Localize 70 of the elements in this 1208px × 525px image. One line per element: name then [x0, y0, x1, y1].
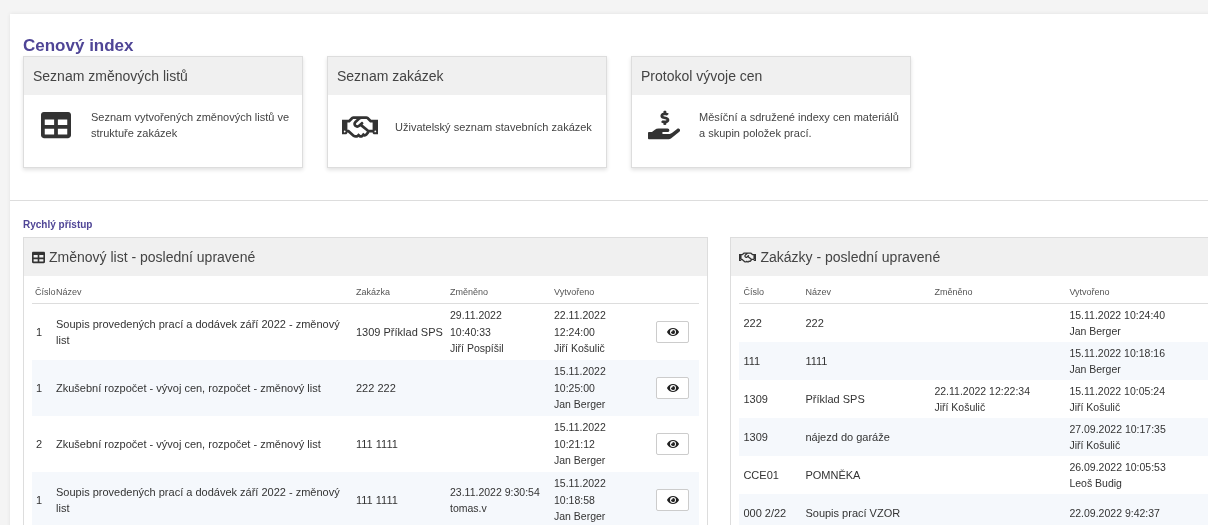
page-title: Cenový index [23, 36, 135, 56]
table-cell: 1309 [743, 393, 768, 405]
column-header: Vytvořeno [554, 286, 595, 297]
feature-card[interactable]: Seznam zakázek Uživatelský seznam stavebních zakázek [327, 56, 607, 168]
table-cell-text: 27.09.2022 10:17:35 Jiří Košulič [1069, 422, 1166, 453]
table-cell: 111 [743, 355, 761, 367]
column-header: Změněno [450, 286, 489, 297]
table-cell-text: 29.11.2022 10:40:33 Jiří Pospíšil [450, 308, 504, 357]
table-cell: CCE01 [743, 469, 779, 481]
table-cell-text: 15.11.2022 10:21:12 Jan Berger [554, 420, 606, 469]
feature-card[interactable]: Protokol vývoje cen Měsíční a sdružené indexy cen materiálů a skupin položek prací. [631, 56, 911, 168]
column-header: Zakázka [356, 286, 390, 297]
table-cell: Soupis provedených prací a dodávek září 2022 - změnový list [56, 317, 340, 346]
table-cell: nájezd do garáže [805, 431, 890, 443]
table-cell: 1309 [743, 431, 768, 443]
table-cell: 1 [36, 381, 43, 394]
table-cell-text: 22.11.2022 12:22:34 Jiří Košulič [934, 384, 1030, 415]
panel-title: Zakázky - poslední upravené [760, 247, 941, 267]
table-cell: 1309 Příklad SPS [356, 325, 443, 338]
eye-icon [666, 382, 679, 394]
card-title: Seznam zakázek [337, 66, 444, 86]
eye-icon [666, 326, 679, 338]
section-label: Rychlý přístup [23, 219, 93, 230]
column-header: Název [805, 286, 831, 297]
card-description: Měsíční a sdružené indexy cen materiálů a skupin položek prací. [699, 110, 900, 141]
table-cell: 2 [36, 437, 43, 450]
view-button[interactable] [656, 489, 689, 511]
table-cell: 1 [36, 493, 43, 506]
view-button[interactable] [656, 321, 689, 343]
view-button[interactable] [656, 377, 689, 399]
table-cell: 111 1111 [356, 437, 398, 450]
table-cell: Zkušební rozpočet - vývoj cen, rozpočet - změnový list [56, 437, 321, 450]
table-cell: Zkušební rozpočet - vývoj cen, rozpočet - změnový list [56, 381, 321, 394]
eye-icon [666, 494, 679, 506]
panel-title: Změnový list - poslední upravené [49, 247, 256, 267]
card-title: Protokol vývoje cen [641, 66, 763, 86]
view-button[interactable] [656, 433, 689, 455]
table-cell: Příklad SPS [805, 393, 865, 405]
table-cell: 222 [805, 317, 824, 329]
table-icon [32, 250, 45, 264]
column-header: Změněno [934, 286, 973, 297]
table-cell-text: 22.11.2022 12:24:00 Jiří Košulič [554, 308, 606, 357]
table-cell: POMNĚKA [805, 469, 861, 481]
table-cell: 1111 [805, 355, 828, 367]
table-cell: 111 1111 [356, 493, 398, 506]
table-icon [41, 110, 71, 140]
table-cell-text: 22.09.2022 9:42:37 [1069, 506, 1160, 521]
card-description: Uživatelský seznam stavebních zakázek [395, 120, 592, 135]
column-header: Vytvořeno [1069, 286, 1110, 297]
eye-icon [666, 438, 679, 450]
card-title: Seznam změnových listů [33, 66, 188, 86]
table-cell: 222 222 [356, 381, 396, 394]
hand-dollar-icon [648, 109, 680, 141]
table-cell-text: 26.09.2022 10:05:53 Leoš Budig [1069, 460, 1166, 491]
table-cell: Soupis prací VZOR [805, 507, 901, 519]
table-cell-text: 15.11.2022 10:05:24 Jiří Košulič [1069, 384, 1165, 415]
table-cell: 000 2/22 [743, 507, 787, 519]
table-cell-text: 15.11.2022 10:25:00 Jan Berger [554, 364, 606, 413]
column-header: Číslo [743, 286, 764, 297]
table-cell-text: 15.11.2022 10:18:16 Jan Berger [1069, 346, 1165, 377]
table-cell: 222 [743, 317, 762, 329]
table-cell: 1 [36, 325, 43, 338]
column-header: Číslo [35, 286, 56, 297]
column-header: Název [56, 286, 82, 297]
card-description: Seznam vytvořených změnových listů ve struktuře zakázek [91, 110, 291, 141]
table-cell-text: 15.11.2022 10:24:40 Jan Berger [1069, 308, 1165, 339]
feature-card[interactable]: Seznam změnových listů Seznam vytvořených změnových listů ve struktuře zakázek [23, 56, 303, 168]
table-cell-text: 15.11.2022 10:18:58 Jan Berger [554, 476, 606, 525]
table-cell: Soupis provedených prací a dodávek září 2022 - změnový list [56, 485, 340, 514]
table-cell-text: 23.11.2022 9:30:54 tomas.v [450, 484, 540, 516]
